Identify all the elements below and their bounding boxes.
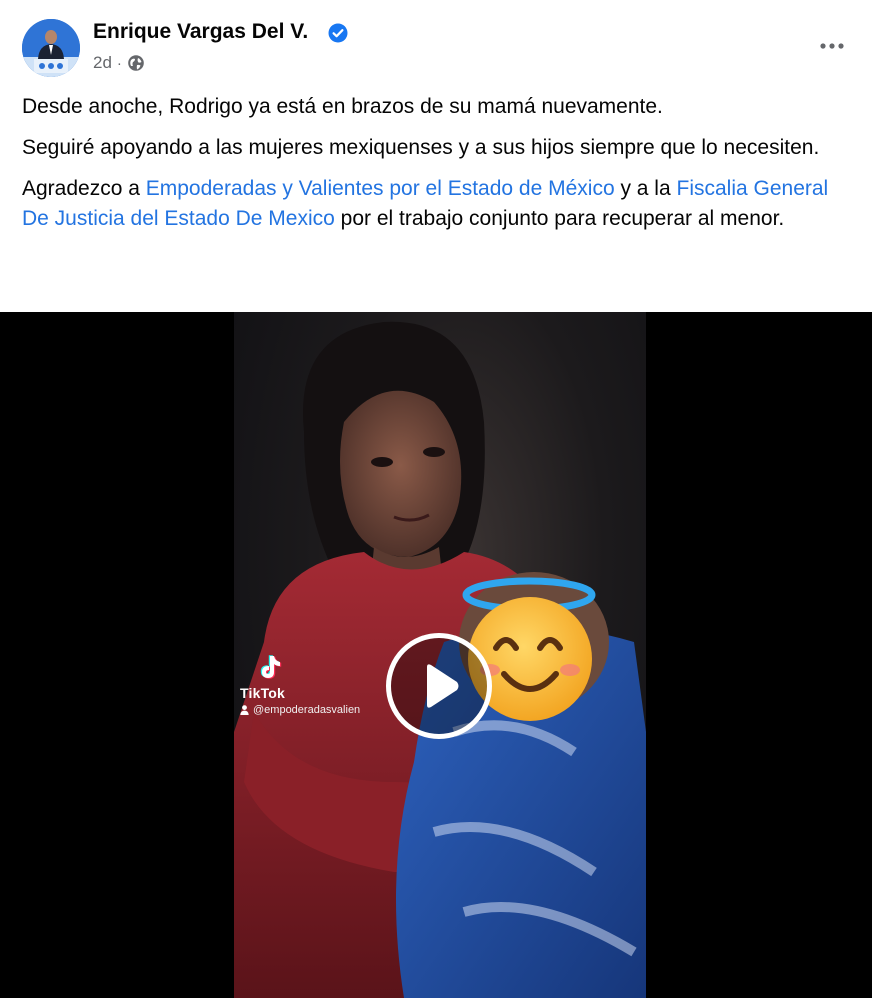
paragraph-text: Agradezco a bbox=[22, 177, 146, 200]
page-link-empoderadas[interactable]: Empoderadas y Valientes por el Estado de… bbox=[146, 177, 615, 200]
post-paragraph-3: Agradezco a Empoderadas y Valientes por … bbox=[22, 174, 852, 234]
more-options-button[interactable] bbox=[814, 30, 850, 62]
post-header: Enrique Vargas Del V. 2d · bbox=[0, 0, 872, 90]
tiktok-handle-text: @empoderadasvalien bbox=[253, 704, 361, 716]
globe-icon bbox=[128, 55, 144, 71]
post-timestamp[interactable]: 2d bbox=[93, 53, 112, 73]
post-meta: 2d · bbox=[93, 52, 145, 74]
meta-separator: · bbox=[116, 54, 122, 72]
paragraph-text: por el trabajo conjunto para recuperar a… bbox=[334, 207, 785, 230]
person-icon bbox=[240, 705, 249, 715]
more-options-icon bbox=[820, 43, 844, 49]
verified-badge-icon bbox=[328, 23, 348, 43]
tiktok-handle: @empoderadasvalien bbox=[240, 704, 360, 716]
tiktok-brand-text: TikTok bbox=[240, 685, 286, 701]
post-paragraph-1: Desde anoche, Rodrigo ya está en brazos … bbox=[22, 95, 663, 118]
play-button[interactable] bbox=[386, 633, 492, 739]
video-player[interactable]: TikTok @empoderadasvalien bbox=[0, 312, 872, 998]
facebook-post: Enrique Vargas Del V. 2d · Desde anoche,… bbox=[0, 0, 872, 998]
play-icon bbox=[427, 664, 459, 708]
author-name[interactable]: Enrique Vargas Del V. bbox=[93, 20, 308, 44]
post-text: Desde anoche, Rodrigo ya está en brazos … bbox=[22, 92, 852, 245]
paragraph-text: y a la bbox=[614, 177, 677, 200]
post-paragraph-2: Seguiré apoyando a las mujeres mexiquens… bbox=[22, 136, 820, 159]
tiktok-logo-icon bbox=[260, 655, 282, 679]
author-avatar[interactable] bbox=[22, 19, 80, 77]
